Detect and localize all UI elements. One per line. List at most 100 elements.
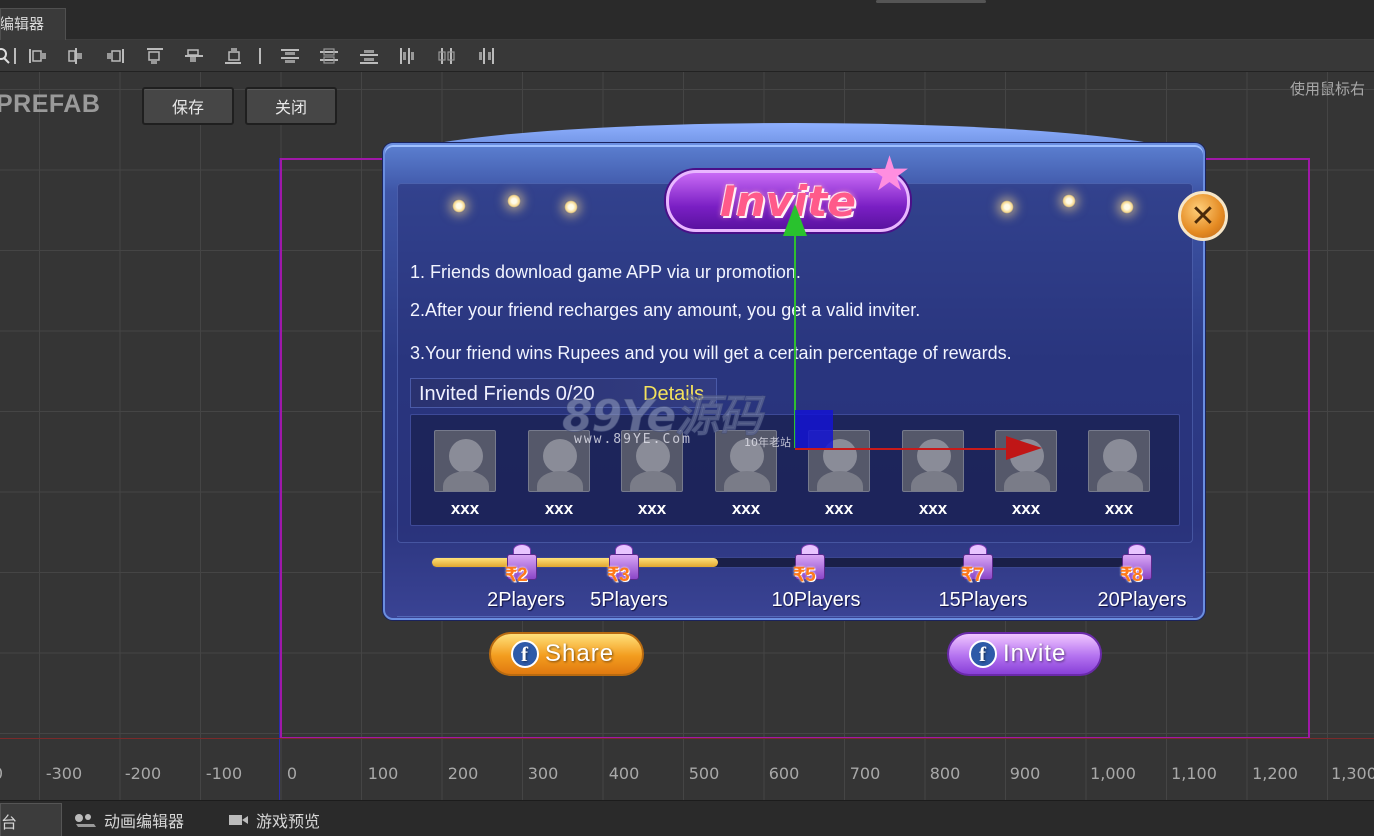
distribute-left-icon[interactable] (397, 46, 419, 66)
gizmo-center-handle[interactable] (795, 410, 833, 448)
ruler-label: 1,200 (1252, 764, 1298, 783)
milestone-label: 5Players (590, 589, 668, 611)
friend-avatar[interactable] (434, 430, 496, 492)
ruler-label: 300 (527, 764, 559, 783)
ruler-label: -200 (124, 764, 162, 783)
light-bulb (507, 194, 521, 208)
ruler-label: -100 (205, 764, 243, 783)
friend-avatar[interactable] (902, 430, 964, 492)
save-button[interactable]: 保存 (142, 87, 234, 125)
prefab-mode-label: PREFAB (0, 90, 101, 118)
friend-avatar[interactable] (1088, 430, 1150, 492)
milestone-label: 15Players (938, 589, 1028, 611)
toolbar-separator (14, 48, 16, 64)
toolbar-separator (259, 48, 261, 64)
align-right-icon[interactable] (104, 46, 126, 66)
mouse-hint-text: 使用鼠标右 (1290, 80, 1366, 98)
friend-name: xxx (450, 499, 480, 518)
reward-gift-icon: ₹7 (957, 544, 1001, 586)
milestone-label: 20Players (1097, 589, 1187, 611)
reward-amount: ₹8 (1120, 565, 1143, 586)
distribute-bottom-icon[interactable] (358, 46, 380, 66)
friend-name: xxx (918, 499, 948, 518)
milestone-label: 10Players (771, 589, 861, 611)
invite-button[interactable]: f Invite (947, 632, 1102, 676)
prefab-editor-window: 编辑器 PREFAB 保存 关闭 使用鼠标右 0 -300 -200 -100 (0, 0, 1374, 836)
friend-avatar[interactable] (528, 430, 590, 492)
tab-editor[interactable]: 编辑器 (0, 8, 66, 40)
distribute-right-icon[interactable] (475, 46, 497, 66)
dialog-divider (397, 616, 1193, 617)
animation-icon (75, 814, 96, 827)
bottom-tab-bar: 台 动画编辑器 游戏预览 (0, 800, 1374, 836)
reward-gift-icon: ₹3 (603, 544, 647, 586)
reward-amount: ₹3 (607, 565, 630, 586)
ruler-label: -300 (45, 764, 83, 783)
friend-avatar[interactable] (715, 430, 777, 492)
gizmo-x-axis[interactable] (795, 448, 1007, 450)
close-icon[interactable]: ✕ (1178, 191, 1228, 241)
distribute-top-icon[interactable] (279, 46, 301, 66)
ruler-label: 700 (849, 764, 881, 783)
reward-amount: ₹5 (793, 565, 816, 586)
tab-console[interactable]: 台 (0, 803, 62, 836)
share-button-label: Share (545, 640, 615, 667)
align-center-h-icon[interactable] (65, 46, 87, 66)
distribute-center-h-icon[interactable] (436, 46, 458, 66)
ruler-label: 1,000 (1090, 764, 1136, 783)
friend-avatar[interactable] (621, 430, 683, 492)
close-editor-button[interactable]: 关闭 (245, 87, 337, 125)
align-top-icon[interactable] (144, 46, 166, 66)
invite-button-label: Invite (1003, 640, 1067, 667)
gizmo-y-arrow-icon[interactable] (783, 204, 807, 236)
panel-resize-handle[interactable] (876, 0, 986, 3)
tab-animation-editor-label: 动画编辑器 (104, 812, 185, 831)
reward-amount: ₹7 (961, 565, 984, 586)
milestone-label: 2Players (487, 589, 565, 611)
tab-animation-editor[interactable]: 动画编辑器 (74, 803, 184, 836)
camera-icon (229, 815, 248, 825)
friend-name: xxx (824, 499, 854, 518)
facebook-icon: f (511, 640, 539, 668)
align-left-icon[interactable] (27, 46, 49, 66)
tab-editor-label: 编辑器 (0, 15, 45, 33)
facebook-icon: f (969, 640, 997, 668)
ruler-label: 500 (688, 764, 720, 783)
y-axis-line (279, 158, 280, 800)
friend-name: xxx (1011, 499, 1041, 518)
ruler-label: 800 (929, 764, 961, 783)
ruler-label: 1,100 (1171, 764, 1217, 783)
tab-game-preview-label: 游戏预览 (256, 812, 321, 831)
share-button[interactable]: f Share (489, 632, 644, 676)
top-tab-bar: 编辑器 (0, 0, 1374, 40)
gizmo-x-arrow-icon[interactable] (1006, 436, 1042, 460)
align-toolbar (0, 40, 1374, 72)
ruler-label: 900 (1009, 764, 1041, 783)
ruler-label: 0 (0, 764, 3, 783)
star-icon: ★ (868, 146, 912, 202)
x-axis-line (0, 738, 1374, 739)
align-bottom-icon[interactable] (222, 46, 244, 66)
details-link[interactable]: Details (643, 383, 704, 406)
tab-console-label: 台 (1, 812, 18, 832)
tab-game-preview[interactable]: 游戏预览 (228, 803, 320, 836)
reward-gift-icon: ₹2 (501, 544, 545, 586)
ruler-label: 400 (608, 764, 640, 783)
ruler-label: 100 (367, 764, 399, 783)
search-icon[interactable] (0, 46, 14, 66)
ruler-label: 1,300 (1331, 764, 1374, 783)
rule-line-2: 2.After your friend recharges any amount… (410, 300, 921, 320)
friend-name: xxx (544, 499, 574, 518)
light-bulb (1062, 194, 1076, 208)
friend-name: xxx (731, 499, 761, 518)
reward-gift-icon: ₹5 (789, 544, 833, 586)
distribute-center-v-icon[interactable] (318, 46, 340, 66)
rule-line-3: 3.Your friend wins Rupees and you will g… (410, 343, 1012, 363)
align-middle-v-icon[interactable] (183, 46, 205, 66)
ruler-label: 200 (447, 764, 479, 783)
light-bulb (452, 199, 466, 213)
reward-amount: ₹2 (505, 565, 528, 586)
rule-line-1: 1. Friends download game APP via ur prom… (410, 262, 801, 282)
friend-name: xxx (637, 499, 667, 518)
invite-progress-fill (432, 558, 719, 567)
